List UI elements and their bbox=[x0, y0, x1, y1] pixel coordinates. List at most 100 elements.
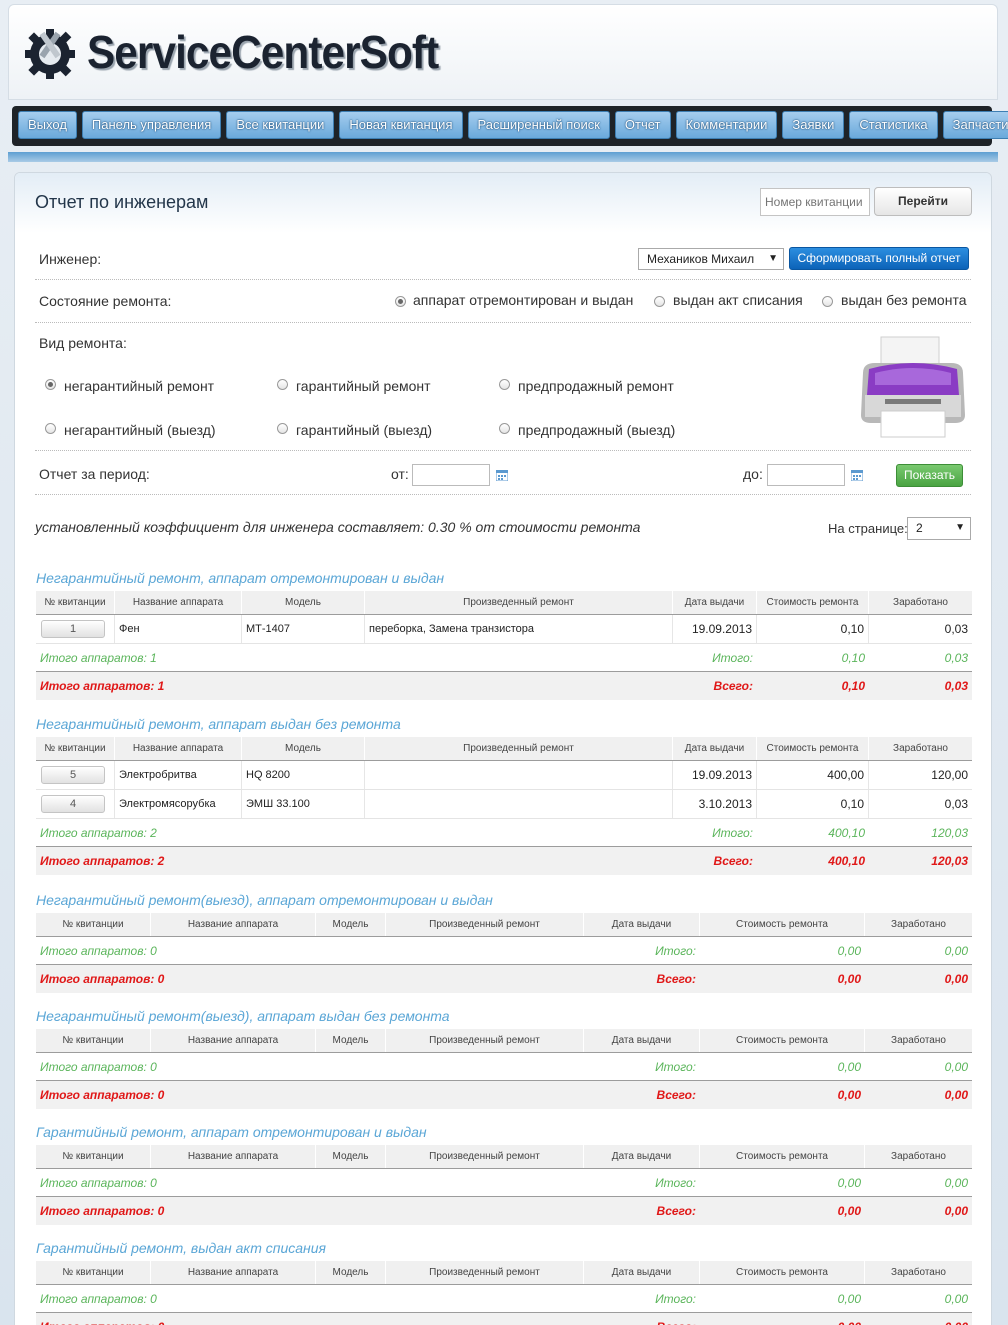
nav-statistics[interactable]: Статистика bbox=[849, 111, 938, 139]
subtotal-earned: 0,00 bbox=[944, 944, 968, 958]
type-radio-nonwarranty[interactable] bbox=[45, 379, 56, 390]
subtotal-row: Итого аппаратов: 0 Итого: 0,00 0,00 bbox=[36, 1169, 972, 1197]
nav-advanced-search[interactable]: Расширенный поиск bbox=[467, 111, 610, 139]
col-header: Название аппарата bbox=[151, 1145, 316, 1168]
issue-date: 19.09.2013 bbox=[673, 761, 757, 789]
printer-icon[interactable] bbox=[855, 333, 971, 441]
subtotal-row: Итого аппаратов: 2 Итого: 400,10 120,03 bbox=[36, 819, 972, 847]
nav-parts[interactable]: Запчасти bbox=[942, 111, 1008, 139]
type-radio-presale-visit[interactable] bbox=[499, 423, 510, 434]
subtotal-cost: 0,10 bbox=[841, 651, 865, 665]
per-page-select[interactable]: 2 ▼ bbox=[907, 517, 971, 540]
subtotal-row: Итого аппаратов: 0 Итого: 0,00 0,00 bbox=[36, 937, 972, 965]
state-radio-writeoff[interactable] bbox=[654, 296, 665, 307]
state-radio-repaired[interactable] bbox=[395, 296, 406, 307]
date-to-input[interactable] bbox=[767, 464, 845, 486]
col-header: Стоимость ремонта bbox=[757, 591, 869, 614]
dropdown-arrow-icon: ▼ bbox=[955, 522, 965, 533]
total-cost: 0,10 bbox=[841, 679, 865, 693]
total-cost: 400,10 bbox=[828, 854, 865, 868]
nav-all-receipts[interactable]: Все квитанции bbox=[226, 111, 335, 139]
state-radio-no-repair[interactable] bbox=[822, 296, 833, 307]
type-radio-presale[interactable] bbox=[499, 379, 510, 390]
total-word: Всего: bbox=[713, 679, 753, 693]
repair-cost: 0,10 bbox=[757, 615, 869, 643]
total-earned: 120,03 bbox=[931, 854, 968, 868]
receipt-number-button[interactable]: 5 bbox=[41, 766, 105, 784]
calendar-icon[interactable] bbox=[851, 470, 863, 481]
state-option-label: аппарат отремонтирован и выдан bbox=[413, 292, 634, 308]
type-radio-warranty-visit[interactable] bbox=[277, 423, 288, 434]
receipt-number-input[interactable] bbox=[760, 188, 870, 216]
nav-logout[interactable]: Выход bbox=[18, 111, 77, 139]
total-cost: 0,00 bbox=[837, 1204, 861, 1218]
logo[interactable]: ServiceCenterSoft bbox=[21, 23, 469, 81]
col-header: № квитанции bbox=[36, 591, 115, 614]
nav-report[interactable]: Отчет bbox=[614, 111, 671, 139]
total-cost: 0,00 bbox=[837, 972, 861, 986]
subtotal-count: Итого аппаратов: 2 bbox=[40, 826, 157, 840]
subtotal-count: Итого аппаратов: 0 bbox=[40, 944, 157, 958]
subtotal-cost: 400,10 bbox=[828, 826, 865, 840]
subtotal-row: Итого аппаратов: 0 Итого: 0,00 0,00 bbox=[36, 1285, 972, 1313]
total-earned: 0,00 bbox=[944, 972, 968, 986]
col-header: Модель bbox=[316, 913, 386, 936]
total-count: Итого аппаратов: 0 bbox=[40, 1088, 165, 1102]
page-title: Отчет по инженерам bbox=[35, 192, 209, 212]
col-header: Заработано bbox=[891, 919, 946, 930]
receipt-number-button[interactable]: 4 bbox=[41, 795, 105, 813]
type-radio-warranty[interactable] bbox=[277, 379, 288, 390]
col-header: Модель bbox=[316, 1145, 386, 1168]
nav-comments[interactable]: Комментарии bbox=[675, 111, 778, 139]
total-count: Итого аппаратов: 0 bbox=[36, 1313, 584, 1325]
section-title: Негарантийный ремонт, аппарат выдан без … bbox=[36, 716, 401, 732]
subtotal-cost: 0,00 bbox=[837, 944, 861, 958]
full-report-button[interactable]: Сформировать полный отчет bbox=[789, 247, 969, 270]
table-header: № квитанции Название аппарата Модель Про… bbox=[36, 591, 972, 615]
section-title: Гарантийный ремонт, выдан акт списания bbox=[36, 1240, 326, 1256]
repair-done bbox=[365, 790, 673, 818]
state-option-label: выдан акт списания bbox=[673, 292, 803, 308]
show-button[interactable]: Показать bbox=[896, 464, 963, 487]
col-header: Название аппарата bbox=[151, 913, 316, 936]
type-option-label: негарантийный ремонт bbox=[64, 378, 215, 394]
col-header: Произведенный ремонт bbox=[386, 913, 584, 936]
total-row: Итого аппаратов: 1 Всего: 0,10 0,03 bbox=[36, 672, 972, 700]
col-header: Модель bbox=[316, 1261, 386, 1284]
table-header: № квитанции Название аппарата Модель Про… bbox=[36, 913, 972, 937]
subtotal-count: Итого аппаратов: 1 bbox=[40, 651, 157, 665]
col-header: Заработано bbox=[891, 1267, 946, 1278]
calendar-icon[interactable] bbox=[496, 470, 508, 481]
go-button[interactable]: Перейти bbox=[874, 187, 972, 216]
to-label: до: bbox=[743, 466, 763, 482]
type-radio-nonwarranty-visit[interactable] bbox=[45, 423, 56, 434]
col-header: Дата выдачи bbox=[673, 737, 757, 760]
col-header: Название аппарата bbox=[115, 737, 242, 760]
total-row: Итого аппаратов: 0 Всего: 0,00 0,00 bbox=[36, 1313, 972, 1325]
type-option-label: гарантийный (выезд) bbox=[296, 422, 433, 438]
col-header: Дата выдачи bbox=[673, 591, 757, 614]
col-header: Произведенный ремонт bbox=[365, 591, 673, 614]
table-header: № квитанции Название аппарата Модель Про… bbox=[36, 737, 972, 761]
total-cost: 0,00 bbox=[837, 1088, 861, 1102]
total-row: Итого аппаратов: 0 Всего: 0,00 0,00 bbox=[36, 965, 972, 993]
date-from-input[interactable] bbox=[412, 464, 490, 486]
col-header: Дата выдачи bbox=[584, 1029, 700, 1052]
app-header: ServiceCenterSoft bbox=[8, 4, 998, 100]
col-header: Модель bbox=[242, 737, 365, 760]
col-header: Произведенный ремонт bbox=[386, 1145, 584, 1168]
nav-new-receipt[interactable]: Новая квитанция bbox=[339, 111, 463, 139]
section-title: Негарантийный ремонт(выезд), аппарат выд… bbox=[36, 1008, 450, 1024]
col-header: Модель bbox=[242, 591, 365, 614]
total-word: Всего: bbox=[656, 1088, 696, 1102]
section-title: Негарантийный ремонт, аппарат отремонтир… bbox=[36, 570, 445, 586]
nav-dashboard[interactable]: Панель управления bbox=[81, 111, 222, 139]
total-earned: 0,03 bbox=[944, 679, 968, 693]
col-header: Название аппарата bbox=[151, 1029, 316, 1052]
engineer-select[interactable]: Механиков Михаил ▼ bbox=[638, 248, 784, 270]
report-table: № квитанции Название аппарата Модель Про… bbox=[36, 737, 972, 875]
main-nav: Выход Панель управления Все квитанции Но… bbox=[12, 106, 1008, 146]
receipt-number-button[interactable]: 1 bbox=[41, 620, 105, 638]
nav-requests[interactable]: Заявки bbox=[782, 111, 845, 139]
device-model: ЭМШ 33.100 bbox=[242, 790, 365, 818]
